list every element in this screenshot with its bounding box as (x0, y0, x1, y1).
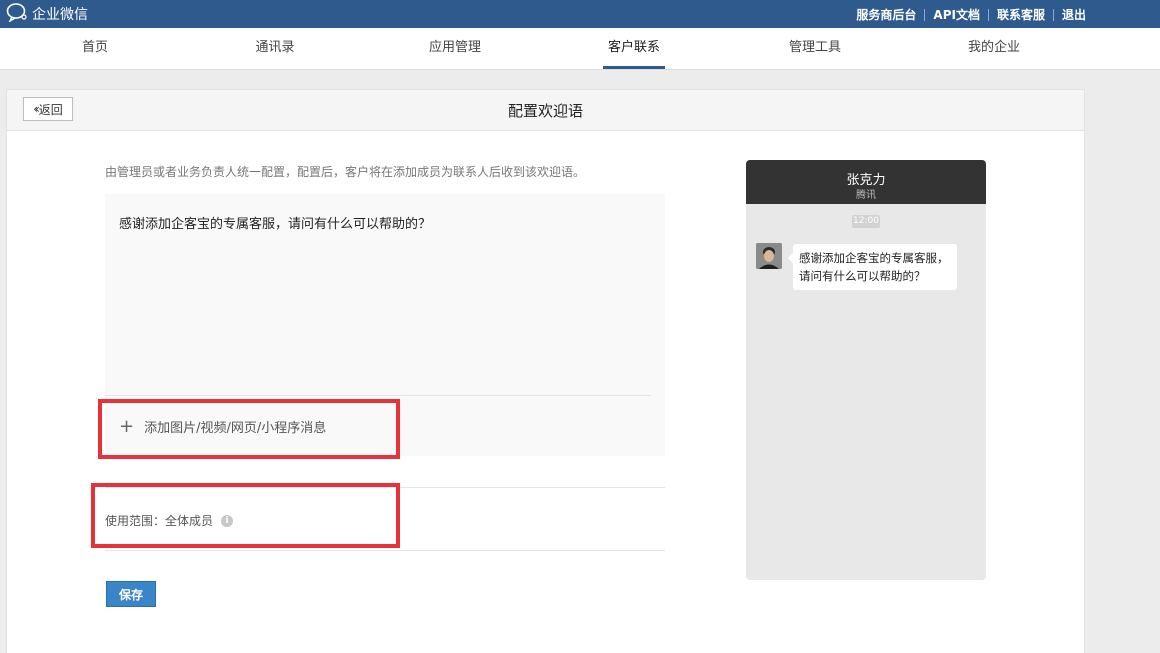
avatar (756, 243, 782, 269)
save-button[interactable]: 保存 (106, 581, 156, 607)
app-title: 企业微信 (32, 7, 88, 23)
tab-app-management[interactable]: 应用管理 (395, 28, 515, 69)
main-nav: 首页 通讯录 应用管理 客户联系 管理工具 我的企业 (0, 28, 1160, 70)
link-contact-support[interactable]: 联系客服 (997, 6, 1045, 23)
tab-contacts[interactable]: 通讯录 (215, 28, 335, 69)
message-time: 12:00 (852, 215, 880, 228)
description-text: 由管理员或者业务负责人统一配置，配置后，客户将在添加成员为联系人后收到该欢迎语。 (105, 165, 586, 179)
top-links: 服务商后台 API文档 联系客服 退出 (856, 6, 1086, 23)
tab-management-tools[interactable]: 管理工具 (755, 28, 875, 69)
tab-customer-contact[interactable]: 客户联系 (574, 28, 694, 69)
panel-header: ‹‹ 返回 配置欢迎语 (7, 90, 1084, 131)
divider (987, 8, 989, 21)
top-bar: 企业微信 服务商后台 API文档 联系客服 退出 (0, 0, 1160, 28)
link-api-docs[interactable]: API文档 (933, 6, 980, 23)
message-bubble: 感谢添加企客宝的专属客服，请问有什么可以帮助的？ (788, 244, 957, 290)
tab-home[interactable]: 首页 (35, 28, 155, 69)
brand-logo[interactable]: 企业微信 (6, 2, 88, 26)
contact-org: 腾讯 (856, 190, 876, 201)
divider (924, 8, 926, 21)
tab-my-enterprise[interactable]: 我的企业 (934, 28, 1054, 69)
divider (105, 550, 665, 551)
link-provider-console[interactable]: 服务商后台 (856, 6, 916, 23)
message-text[interactable]: 感谢添加企客宝的专属客服，请问有什么可以帮助的？ (119, 213, 431, 232)
link-logout[interactable]: 退出 (1062, 6, 1086, 23)
divider (1052, 8, 1054, 21)
chat-header: 张克力 腾讯 (746, 160, 986, 204)
page-title: 配置欢迎语 (507, 102, 583, 120)
highlight-box-attachment (98, 399, 400, 459)
welcome-message-panel: ‹‹ 返回 配置欢迎语 由管理员或者业务负责人统一配置，配置后，客户将在添加成员… (6, 89, 1085, 653)
highlight-box-scope (91, 483, 400, 548)
wecom-logo-icon (6, 2, 32, 26)
phone-preview: 张克力 腾讯 12:00 感谢添加企客宝的专属客服，请问有什么可以帮助的？ (746, 160, 986, 580)
